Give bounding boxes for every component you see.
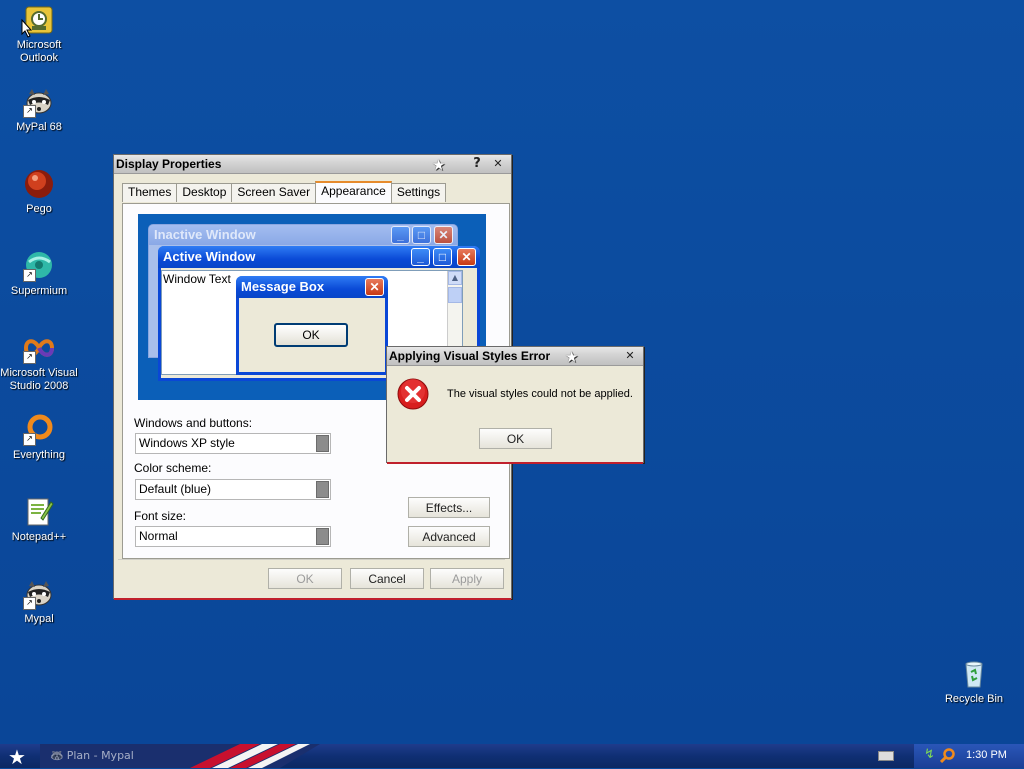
active-window-title: Active Window [163, 249, 256, 264]
minimize-icon: _ [411, 248, 430, 266]
cancel-button[interactable]: Cancel [350, 568, 424, 589]
title-bar[interactable]: Display Properties ★ ? ✕ [114, 155, 511, 174]
tab-themes[interactable]: Themes [122, 183, 178, 202]
close-button[interactable]: ✕ [623, 349, 637, 362]
font-size-label: Font size: [134, 509, 187, 523]
desktop-icon-mypal68[interactable]: ↗ MyPal 68 [0, 86, 78, 134]
windows-buttons-label: Windows and buttons: [134, 416, 253, 430]
close-icon: ✕ [365, 278, 384, 296]
raccoon-icon: 🦝 [50, 749, 64, 762]
desktop-icon-pego[interactable]: Pego [0, 168, 78, 216]
error-ok-button[interactable]: OK [479, 428, 552, 449]
inactive-window-title: Inactive Window [154, 227, 256, 242]
font-size-select[interactable]: Normal [135, 526, 331, 547]
taskbar-task-label: Plan - Mypal [66, 749, 134, 762]
visual-studio-icon: ↗ [23, 332, 55, 364]
search-icon[interactable] [940, 748, 956, 764]
effects-button[interactable]: Effects... [408, 497, 490, 518]
shortcut-arrow-icon: ↗ [23, 597, 36, 610]
title-bar[interactable]: Applying Visual Styles Error ★ ✕ [387, 347, 643, 366]
window-title: Display Properties [116, 157, 222, 171]
maximize-icon: □ [412, 226, 431, 244]
mouse-cursor-icon [21, 19, 33, 38]
desktop-icon-label: Mypal [24, 613, 54, 625]
color-scheme-value: Default (blue) [139, 482, 212, 496]
recycle-bin-icon [958, 658, 990, 690]
error-message: The visual styles could not be applied. [447, 388, 633, 400]
desktop-icon-label: Notepad++ [11, 531, 67, 543]
message-box-ok-button: OK [274, 323, 348, 347]
taskbar: ★ 🦝 Plan - Mypal ↯ 1:30 PM [0, 744, 1024, 769]
window-accent-line [387, 462, 643, 464]
message-box-title: Message Box [241, 279, 325, 294]
desktop: Microsoft Outlook ↗ MyPal 68 Pego ↗ Supe… [0, 0, 1024, 744]
dropdown-arrow-icon [316, 481, 329, 498]
shortcut-arrow-icon: ↗ [23, 269, 36, 282]
taskbar-task-button[interactable]: 🦝 Plan - Mypal [50, 747, 140, 765]
network-icon[interactable]: ↯ [924, 747, 935, 762]
error-dialog-title: Applying Visual Styles Error [389, 349, 551, 363]
shortcut-arrow-icon: ↗ [23, 351, 36, 364]
dropdown-arrow-icon [316, 435, 329, 452]
color-scheme-label: Color scheme: [134, 461, 212, 475]
tab-strip: Themes Desktop Screen Saver Appearance S… [122, 181, 447, 204]
desktop-icon-label: Microsoft Visual Studio 2008 [0, 367, 78, 392]
windows-buttons-value: Windows XP style [139, 436, 235, 450]
color-scheme-select[interactable]: Default (blue) [135, 479, 331, 500]
tab-settings[interactable]: Settings [390, 183, 447, 202]
visual-styles-error-dialog: Applying Visual Styles Error ★ ✕ The vis… [386, 346, 644, 464]
close-icon: ✕ [434, 226, 453, 244]
windows-buttons-select[interactable]: Windows XP style [135, 433, 331, 454]
tab-desktop[interactable]: Desktop [176, 183, 233, 202]
desktop-icon-supermium[interactable]: ↗ Supermium [0, 250, 78, 298]
star-icon: ★ [432, 156, 446, 174]
close-icon: ✕ [457, 248, 476, 266]
shortcut-arrow-icon: ↗ [23, 433, 36, 446]
desktop-icon-label: MyPal 68 [16, 121, 62, 133]
keyboard-icon[interactable] [878, 751, 894, 761]
window-accent-line [114, 598, 511, 600]
maximize-icon: □ [433, 248, 452, 266]
system-tray: ↯ 1:30 PM [914, 744, 1024, 768]
desktop-icon-mypal[interactable]: ↗ Mypal [0, 578, 78, 626]
font-size-value: Normal [139, 529, 178, 543]
dropdown-arrow-icon [316, 528, 329, 545]
window-text-label: Window Text [163, 272, 231, 286]
tab-appearance[interactable]: Appearance [315, 181, 392, 204]
notepadpp-icon [23, 496, 55, 528]
preview-message-box: Message Box ✕ OK [236, 276, 388, 375]
star-icon: ★ [565, 348, 579, 366]
close-button[interactable]: ✕ [491, 157, 505, 170]
raccoon-icon: ↗ [23, 578, 55, 610]
minimize-icon: _ [391, 226, 410, 244]
start-button[interactable]: ★ [0, 744, 36, 769]
ok-button[interactable]: OK [268, 568, 342, 589]
desktop-icon-outlook[interactable]: Microsoft Outlook [0, 4, 78, 65]
supermium-icon: ↗ [23, 250, 55, 282]
clock[interactable]: 1:30 PM [966, 749, 1007, 761]
desktop-icon-label: Microsoft Outlook [16, 39, 62, 64]
desktop-icon-everything[interactable]: ↗ Everything [0, 414, 78, 462]
apply-button[interactable]: Apply [430, 568, 504, 589]
desktop-icon-label: Pego [26, 203, 52, 215]
advanced-button[interactable]: Advanced [408, 526, 490, 547]
help-button[interactable]: ? [470, 157, 484, 170]
desktop-icon-label: Everything [13, 449, 65, 461]
desktop-icon-notepadpp[interactable]: Notepad++ [0, 496, 78, 544]
desktop-icon-visual-studio[interactable]: ↗ Microsoft Visual Studio 2008 [0, 332, 78, 393]
raccoon-icon: ↗ [23, 86, 55, 118]
everything-icon: ↗ [23, 414, 55, 446]
pego-icon [23, 168, 55, 200]
star-icon: ★ [8, 745, 26, 769]
error-icon [397, 378, 429, 410]
desktop-icon-label: Supermium [10, 285, 68, 297]
desktop-icon-recycle-bin[interactable]: Recycle Bin [935, 658, 1013, 706]
desktop-icon-label: Recycle Bin [944, 693, 1004, 705]
shortcut-arrow-icon: ↗ [23, 105, 36, 118]
tab-screen-saver[interactable]: Screen Saver [231, 183, 317, 202]
